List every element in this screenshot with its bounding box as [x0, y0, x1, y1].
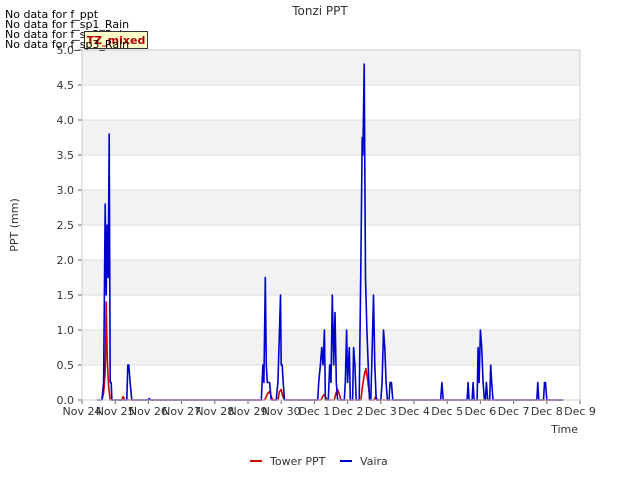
- legend-label: Tower PPT: [269, 455, 326, 468]
- plot-band: [82, 50, 580, 85]
- no-data-message: No data for f_sp3_Rain: [5, 38, 130, 51]
- y-tick-label: 4.0: [57, 114, 75, 127]
- x-tick-label: Dec 7: [498, 405, 530, 418]
- x-tick-label: Dec 1: [299, 405, 331, 418]
- x-tick-label: Dec 6: [465, 405, 497, 418]
- x-tick-label: Dec 5: [431, 405, 463, 418]
- plot-band: [82, 190, 580, 225]
- y-tick-label: 3.0: [57, 184, 75, 197]
- plot-band: [82, 120, 580, 155]
- x-tick-label: Nov 30: [262, 405, 301, 418]
- x-tick-label: Dec 9: [564, 405, 596, 418]
- y-tick-label: 4.5: [57, 79, 75, 92]
- y-tick-label: 1.5: [57, 289, 75, 302]
- y-tick-label: 1.0: [57, 324, 75, 337]
- y-axis-label: PPT (mm): [8, 198, 21, 252]
- x-tick-label: Dec 8: [531, 405, 563, 418]
- x-tick-label: Dec 3: [365, 405, 397, 418]
- ppt-chart: 0.00.51.01.52.02.53.03.54.04.55.0Nov 24N…: [8, 4, 596, 468]
- y-tick-label: 3.5: [57, 149, 75, 162]
- x-tick-label: Dec 2: [332, 405, 364, 418]
- chart-title: Tonzi PPT: [291, 4, 348, 18]
- x-axis-label: Time: [550, 423, 578, 436]
- legend: Tower PPT Vaira: [250, 455, 388, 468]
- y-tick-label: 2.0: [57, 254, 75, 267]
- plot-band: [82, 260, 580, 295]
- x-tick-label: Dec 4: [398, 405, 430, 418]
- legend-label: Vaira: [360, 455, 388, 468]
- y-tick-label: 2.5: [57, 219, 75, 232]
- y-tick-label: 0.5: [57, 359, 75, 372]
